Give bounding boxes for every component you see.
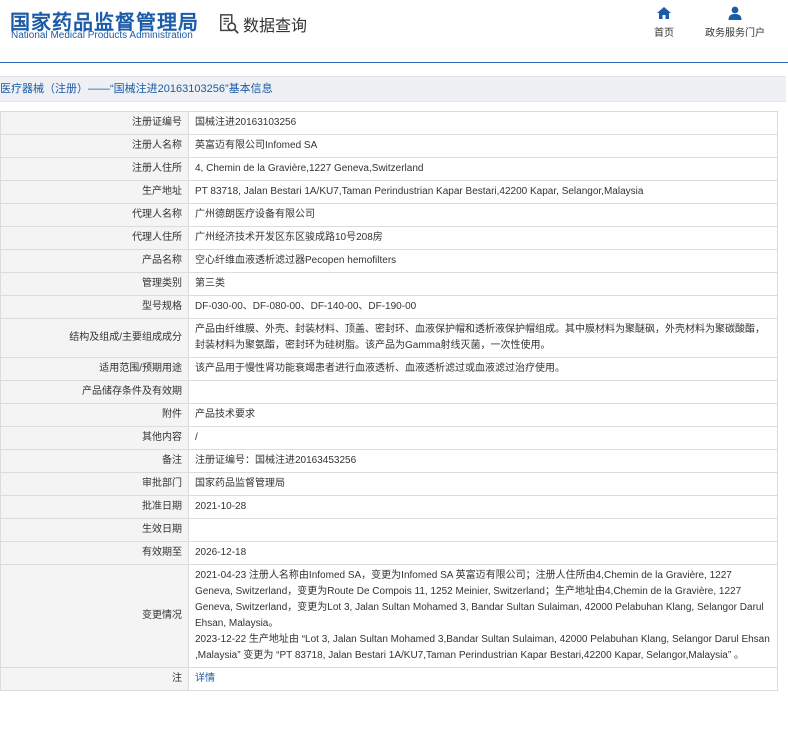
field-label: 变更情况 (0, 564, 189, 668)
table-row: 审批部门 国家药品监督管理局 (0, 472, 778, 496)
details-link[interactable]: 详情 (195, 673, 215, 684)
field-value: 产品由纤维膜、外壳、封装材料、顶盖、密封环、血液保护帽和透析液保护帽组成。其中膜… (188, 318, 778, 358)
document-search-icon (220, 14, 239, 34)
field-value: 产品技术要求 (188, 403, 778, 427)
registration-info-table: 注册证编号 国械注进20163103256 注册人名称 英富迈有限公司Infomed … (0, 111, 778, 691)
table-row: 注详情 (0, 667, 778, 691)
field-value: / (188, 426, 778, 450)
field-value: 2021-10-28 (188, 495, 778, 519)
nav-home[interactable]: 首页 (624, 6, 704, 39)
table-row: 代理人名称 广州德朗医疗设备有限公司 (0, 203, 778, 227)
table-row: 附件 产品技术要求 (0, 403, 778, 427)
field-value: PT 83718, Jalan Bestari 1A/KU7,Taman Per… (188, 180, 778, 204)
field-label: 备注 (0, 449, 189, 473)
table-row: 产品储存条件及有效期 (0, 380, 778, 404)
field-value: 该产品用于慢性肾功能衰竭患者进行血液透析、血液透析滤过或血液滤过治疗使用。 (188, 357, 778, 381)
field-value: 第三类 (188, 272, 778, 296)
field-value (188, 518, 778, 542)
logo-title-en[interactable]: National Medical Products Administration (11, 30, 193, 41)
nav-gov-label: 政务服务门户 (705, 28, 765, 39)
field-value: 4, Chemin de la Gravière,1227 Geneva,Swi… (188, 157, 778, 181)
field-label: 附件 (0, 403, 189, 427)
field-label: 有效期至 (0, 541, 189, 565)
table-row: 适用范围/预期用途 该产品用于慢性肾功能衰竭患者进行血液透析、血液透析滤过或血液滤… (0, 357, 778, 381)
table-row: 注册证编号 国械注进20163103256 (0, 111, 778, 135)
field-label: 其他内容 (0, 426, 189, 450)
table-row: 代理人住所 广州经济技术开发区东区骏成路10号208房 (0, 226, 778, 250)
field-label: 产品名称 (0, 249, 189, 273)
field-label: 注册人住所 (0, 157, 189, 181)
table-row: 有效期至 2026-12-18 (0, 541, 778, 565)
field-value: 详情 (188, 667, 778, 691)
data-query-label: 数据查询 (243, 18, 308, 35)
field-label: 型号规格 (0, 295, 189, 319)
field-label: 结构及组成/主要组成成分 (0, 318, 189, 358)
table-row: 其他内容 / (0, 426, 778, 450)
field-label: 代理人住所 (0, 226, 189, 250)
field-label: 审批部门 (0, 472, 189, 496)
table-row: 变更情况 2021-04-23 注册人名称由Infomed SA，变更为Infom… (0, 564, 778, 668)
field-value: 广州德朗医疗设备有限公司 (188, 203, 778, 227)
field-value: 2021-04-23 注册人名称由Infomed SA，变更为Infomed S… (188, 564, 778, 668)
table-row: 管理类别 第三类 (0, 272, 778, 296)
field-label: 代理人名称 (0, 203, 189, 227)
field-value: 注册证编号：国械注进20163453256 (188, 449, 778, 473)
field-value: 2026-12-18 (188, 541, 778, 565)
table-row: 生产地址 PT 83718, Jalan Bestari 1A/KU7,Taman… (0, 180, 778, 204)
data-query-link[interactable]: 数据查询 (218, 12, 307, 36)
table-row: 注册人住所 4, Chemin de la Gravière,1227 Genev… (0, 157, 778, 181)
user-icon (728, 6, 742, 20)
field-label: 批准日期 (0, 495, 189, 519)
field-label: 生效日期 (0, 518, 189, 542)
field-label: 注册证编号 (0, 111, 189, 135)
table-row: 结构及组成/主要组成成分 产品由纤维膜、外壳、封装材料、顶盖、密封环、血液保护帽和… (0, 318, 778, 358)
field-label: 产品储存条件及有效期 (0, 380, 189, 404)
table-row: 备注 注册证编号：国械注进20163453256 (0, 449, 778, 473)
home-icon (657, 7, 671, 19)
field-value: 广州经济技术开发区东区骏成路10号208房 (188, 226, 778, 250)
field-value: DF-030-00、DF-080-00、DF-140-00、DF-190-00 (188, 295, 778, 319)
field-value (188, 380, 778, 404)
field-label: 注册人名称 (0, 134, 189, 158)
field-value: 英富迈有限公司Infomed SA (188, 134, 778, 158)
field-value: 国家药品监督管理局 (188, 472, 778, 496)
field-label: 适用范围/预期用途 (0, 357, 189, 381)
site-header: 国家药品监督管理局 National Medical Products Admi… (0, 0, 788, 63)
page-title: 医疗器械（注册）——“国械注进20163103256”基本信息 (0, 76, 786, 102)
table-row: 生效日期 (0, 518, 778, 542)
table-row: 注册人名称 英富迈有限公司Infomed SA (0, 134, 778, 158)
table-row: 批准日期 2021-10-28 (0, 495, 778, 519)
field-value: 空心纤维血液透析滤过器Pecopen hemofilters (188, 249, 778, 273)
nav-gov-service-portal[interactable]: 政务服务门户 (695, 6, 775, 39)
field-value: 国械注进20163103256 (188, 111, 778, 135)
nav-home-label: 首页 (654, 28, 674, 39)
field-label: 管理类别 (0, 272, 189, 296)
field-label: 生产地址 (0, 180, 189, 204)
table-row: 产品名称 空心纤维血液透析滤过器Pecopen hemofilters (0, 249, 778, 273)
table-row: 型号规格 DF-030-00、DF-080-00、DF-140-00、DF-190… (0, 295, 778, 319)
field-label: 注 (0, 667, 189, 691)
